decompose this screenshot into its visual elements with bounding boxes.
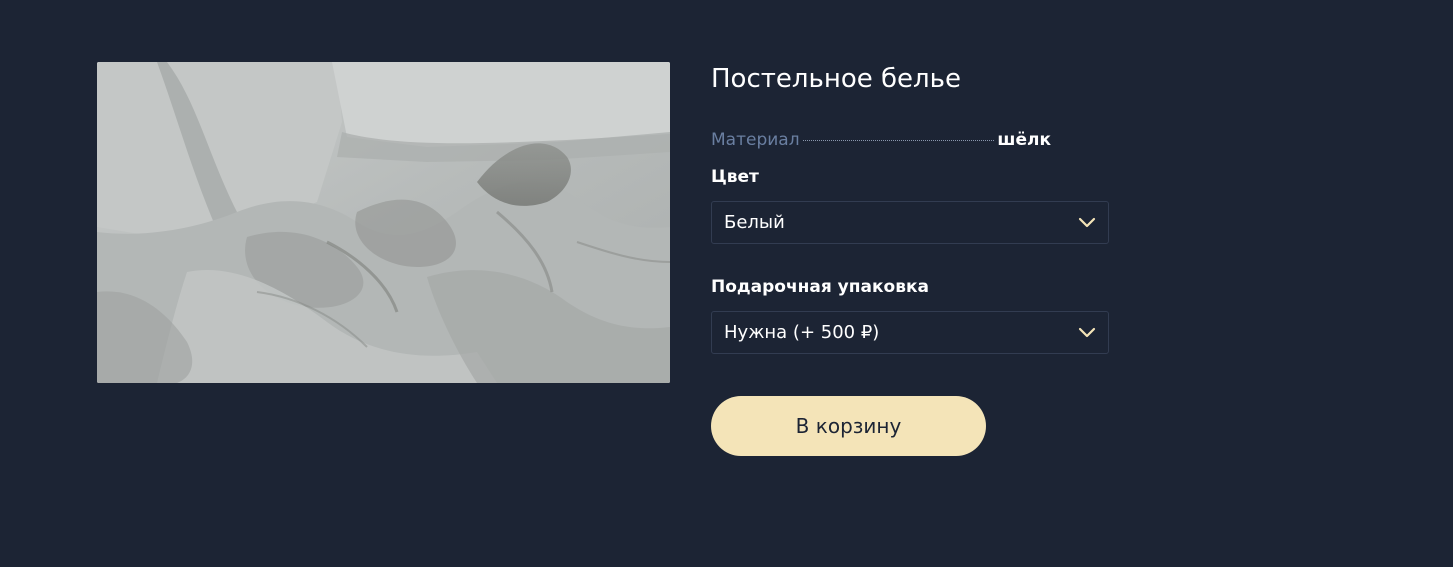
- color-select[interactable]: Белый: [711, 201, 1109, 244]
- product-title: Постельное белье: [711, 64, 961, 94]
- chevron-down-icon: [1078, 327, 1096, 337]
- gift-wrap-select[interactable]: Нужна (+ 500 ₽): [711, 311, 1109, 354]
- color-select-value: Белый: [724, 212, 785, 233]
- chevron-down-icon: [1078, 217, 1096, 227]
- gift-wrap-select-value: Нужна (+ 500 ₽): [724, 322, 880, 343]
- gift-wrap-field-label: Подарочная упаковка: [711, 277, 929, 297]
- material-spec-row: Материал шёлк: [711, 130, 1051, 152]
- bed-linen-photo: [97, 62, 670, 383]
- product-image: [97, 62, 670, 383]
- material-label: Материал: [711, 130, 800, 150]
- add-to-cart-button[interactable]: В корзину: [711, 396, 986, 456]
- color-field-label: Цвет: [711, 167, 759, 187]
- material-value: шёлк: [997, 130, 1051, 150]
- spec-dotted-leader: [802, 140, 995, 141]
